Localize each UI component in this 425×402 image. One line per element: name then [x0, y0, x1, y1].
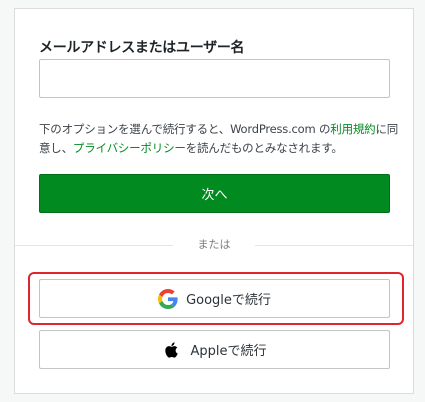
next-button[interactable]: 次へ	[39, 174, 390, 213]
login-field-label: メールアドレスまたはユーザー名	[39, 40, 245, 56]
terms-text: 下のオプションを選んで続行すると、WordPress.com の利用規約に同意し…	[39, 120, 399, 158]
login-input[interactable]	[39, 59, 390, 98]
google-icon	[158, 288, 178, 309]
apple-continue-button[interactable]: Appleで続行	[39, 330, 390, 369]
apple-icon	[162, 340, 182, 360]
google-button-label: Googleで続行	[186, 293, 271, 308]
terms-of-service-link[interactable]: 利用規約	[330, 122, 375, 136]
divider-label: または	[173, 237, 255, 253]
privacy-policy-link[interactable]: プライバシーポリシー	[73, 141, 186, 155]
apple-button-label: Appleで続行	[190, 344, 267, 359]
terms-suffix: を読んだものとみなされます。	[185, 141, 343, 155]
terms-prefix: 下のオプションを選んで続行すると、WordPress.com の	[39, 122, 331, 136]
google-continue-button[interactable]: Googleで続行	[39, 279, 390, 318]
login-card: メールアドレスまたはユーザー名 下のオプションを選んで続行すると、WordPre…	[14, 8, 414, 394]
